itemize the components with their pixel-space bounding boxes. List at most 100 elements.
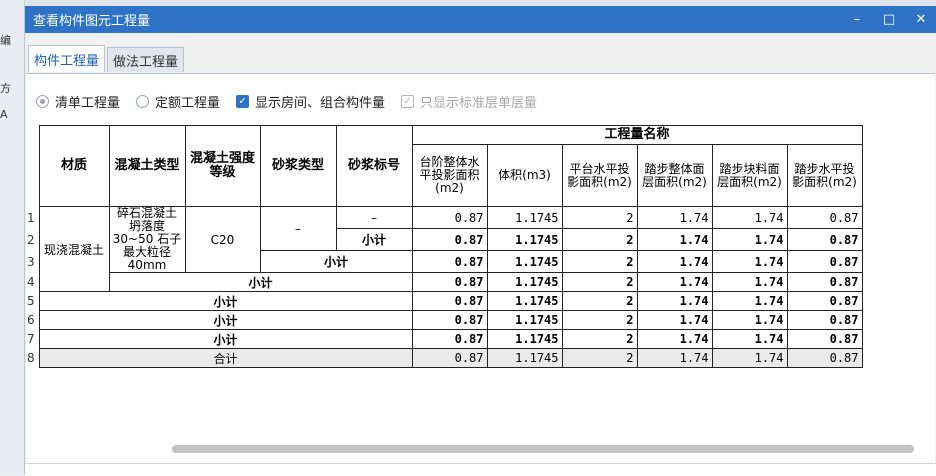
header-col-1[interactable]: 台阶整体水平投影面积(m2): [411, 144, 488, 207]
cell-value[interactable]: 2: [561, 348, 638, 368]
cell-value[interactable]: 1.74: [711, 228, 788, 251]
row-number: 6: [26, 310, 40, 330]
cell-value[interactable]: 2: [561, 250, 638, 273]
cell-subtotal[interactable]: 小计: [259, 250, 413, 273]
cell-material[interactable]: 现浇混凝土: [38, 206, 110, 292]
header-col-2[interactable]: 体积(m3): [486, 144, 563, 207]
cell-subtotal[interactable]: 小计: [38, 291, 413, 311]
tab-method-quantity[interactable]: 做法工程量: [107, 47, 185, 72]
left-edge-text-3: A: [0, 108, 8, 121]
cell-value[interactable]: 0.87: [411, 272, 488, 292]
cell-value[interactable]: 0.87: [411, 329, 488, 349]
cell-value[interactable]: 1.74: [711, 291, 788, 311]
cell-value[interactable]: 1.74: [636, 348, 713, 368]
cell-value[interactable]: 0.87: [786, 272, 863, 292]
table-row[interactable]: 1 现浇混凝土 碎石混凝土 坍落度30~50 石子最大粒径40mm C20 – …: [26, 206, 863, 292]
header-col-3[interactable]: 平台水平投影面积(m2): [561, 144, 638, 207]
header-qty-group: 工程量名称: [411, 125, 863, 145]
cell-value[interactable]: 1.74: [711, 348, 788, 368]
show-rooms-option[interactable]: ✓ 显示房间、组合构件量: [236, 92, 385, 111]
header-strength[interactable]: 混凝土强度等级: [184, 125, 261, 207]
title-bar[interactable]: 查看构件图元工程量 – □ ✕: [25, 6, 936, 33]
tab-component-quantity[interactable]: 构件工程量: [28, 45, 106, 72]
header-col-5[interactable]: 踏步块料面层面积(m2): [711, 144, 788, 207]
cell-mortar-type[interactable]: –: [259, 206, 337, 251]
list-qty-radio[interactable]: [36, 95, 49, 108]
cell-total[interactable]: 合计: [38, 348, 413, 368]
show-rooms-checkbox[interactable]: ✓: [236, 95, 250, 108]
cell-value[interactable]: 2: [561, 228, 638, 251]
quantity-table: 材质 混凝土类型 混凝土强度等级 砂浆类型 砂浆标号 工程量名称 台阶整体水平投…: [26, 125, 863, 368]
cell-value[interactable]: 2: [561, 310, 638, 330]
row-number: 2: [26, 228, 40, 251]
header-concrete-type[interactable]: 混凝土类型: [108, 125, 186, 207]
header-col-4[interactable]: 踏步整体面层面积(m2): [636, 144, 713, 207]
cell-value[interactable]: 1.1745: [486, 329, 563, 349]
cell-subtotal[interactable]: 小计: [38, 329, 413, 349]
cell-value[interactable]: 1.74: [711, 250, 788, 273]
cell-value[interactable]: 1.74: [711, 310, 788, 330]
header-corner: [26, 125, 40, 207]
row-number: 7: [26, 329, 40, 349]
cell-subtotal[interactable]: 小计: [335, 228, 413, 251]
cell-value[interactable]: 2: [561, 291, 638, 311]
header-mortar-grade[interactable]: 砂浆标号: [335, 125, 413, 207]
cell-value[interactable]: 1.74: [636, 310, 713, 330]
cell-strength[interactable]: C20: [184, 206, 261, 273]
cell-value[interactable]: 1.74: [636, 329, 713, 349]
cell-value[interactable]: 1.1745: [486, 310, 563, 330]
cell-value[interactable]: 1.74: [636, 206, 713, 229]
table-row[interactable]: 5 小计 0.87 1.1745 2 1.74 1.74 0.87: [26, 291, 863, 311]
table-row[interactable]: 4 小计 0.87 1.1745 2 1.74 1.74 0.87: [26, 272, 863, 292]
cell-subtotal[interactable]: 小计: [108, 272, 413, 292]
cell-value[interactable]: 1.74: [711, 206, 788, 229]
cell-value[interactable]: 0.87: [411, 310, 488, 330]
cell-value[interactable]: 1.74: [636, 228, 713, 251]
cell-value[interactable]: 0.87: [411, 250, 488, 273]
cell-value[interactable]: 1.1745: [486, 228, 563, 251]
cell-value[interactable]: 2: [561, 329, 638, 349]
cell-value[interactable]: 0.87: [411, 228, 488, 251]
cell-value[interactable]: 1.1745: [486, 206, 563, 229]
cell-value[interactable]: 0.87: [411, 291, 488, 311]
cell-value[interactable]: 0.87: [786, 228, 863, 251]
cell-value[interactable]: 1.1745: [486, 250, 563, 273]
quota-qty-radio[interactable]: [136, 95, 150, 108]
table-row[interactable]: 7 小计 0.87 1.1745 2 1.74 1.74 0.87: [26, 329, 863, 349]
total-row[interactable]: 8 合计 0.87 1.1745 2 1.74 1.74 0.87: [26, 348, 863, 368]
cell-value[interactable]: 1.1745: [486, 348, 563, 368]
cell-value[interactable]: 2: [561, 206, 638, 229]
std-floor-label: 只显示标准层单层量: [420, 96, 538, 111]
cell-value[interactable]: 0.87: [411, 206, 488, 229]
cell-value[interactable]: 0.87: [786, 291, 863, 311]
cell-value[interactable]: 0.87: [411, 348, 488, 368]
cell-value[interactable]: 1.74: [636, 250, 713, 273]
cell-subtotal[interactable]: 小计: [38, 310, 413, 330]
cell-value[interactable]: 1.74: [636, 291, 713, 311]
header-col-6[interactable]: 踏步水平投影面积(m2): [786, 144, 863, 207]
cell-value[interactable]: 1.74: [711, 272, 788, 292]
cell-value[interactable]: 1.1745: [486, 291, 563, 311]
list-qty-option[interactable]: 清单工程量: [36, 92, 120, 111]
window-title: 查看构件图元工程量: [33, 14, 151, 29]
table-row[interactable]: 6 小计 0.87 1.1745 2 1.74 1.74 0.87: [26, 310, 863, 330]
content-panel: 清单工程量 定额工程量 ✓ 显示房间、组合构件量 ✓ 只显示标准层单层量 材质 …: [26, 73, 935, 466]
cell-value[interactable]: 0.87: [786, 250, 863, 273]
cell-value[interactable]: 0.87: [786, 310, 863, 330]
cell-value[interactable]: 2: [561, 272, 638, 292]
quota-qty-option[interactable]: 定额工程量: [136, 92, 220, 111]
minimize-button[interactable]: –: [842, 6, 872, 33]
header-mortar-type[interactable]: 砂浆类型: [259, 125, 337, 207]
cell-mortar-grade[interactable]: –: [335, 206, 413, 229]
close-button[interactable]: ✕: [906, 6, 936, 33]
cell-value[interactable]: 0.87: [786, 348, 863, 368]
cell-value[interactable]: 0.87: [786, 206, 863, 229]
cell-value[interactable]: 1.1745: [486, 272, 563, 292]
header-material[interactable]: 材质: [38, 125, 110, 207]
cell-concrete-type[interactable]: 碎石混凝土 坍落度30~50 石子最大粒径40mm: [108, 206, 186, 273]
cell-value[interactable]: 1.74: [636, 272, 713, 292]
cell-value[interactable]: 1.74: [711, 329, 788, 349]
maximize-button[interactable]: □: [874, 6, 904, 33]
cell-value[interactable]: 0.87: [786, 329, 863, 349]
horizontal-scrollbar[interactable]: [172, 445, 914, 453]
